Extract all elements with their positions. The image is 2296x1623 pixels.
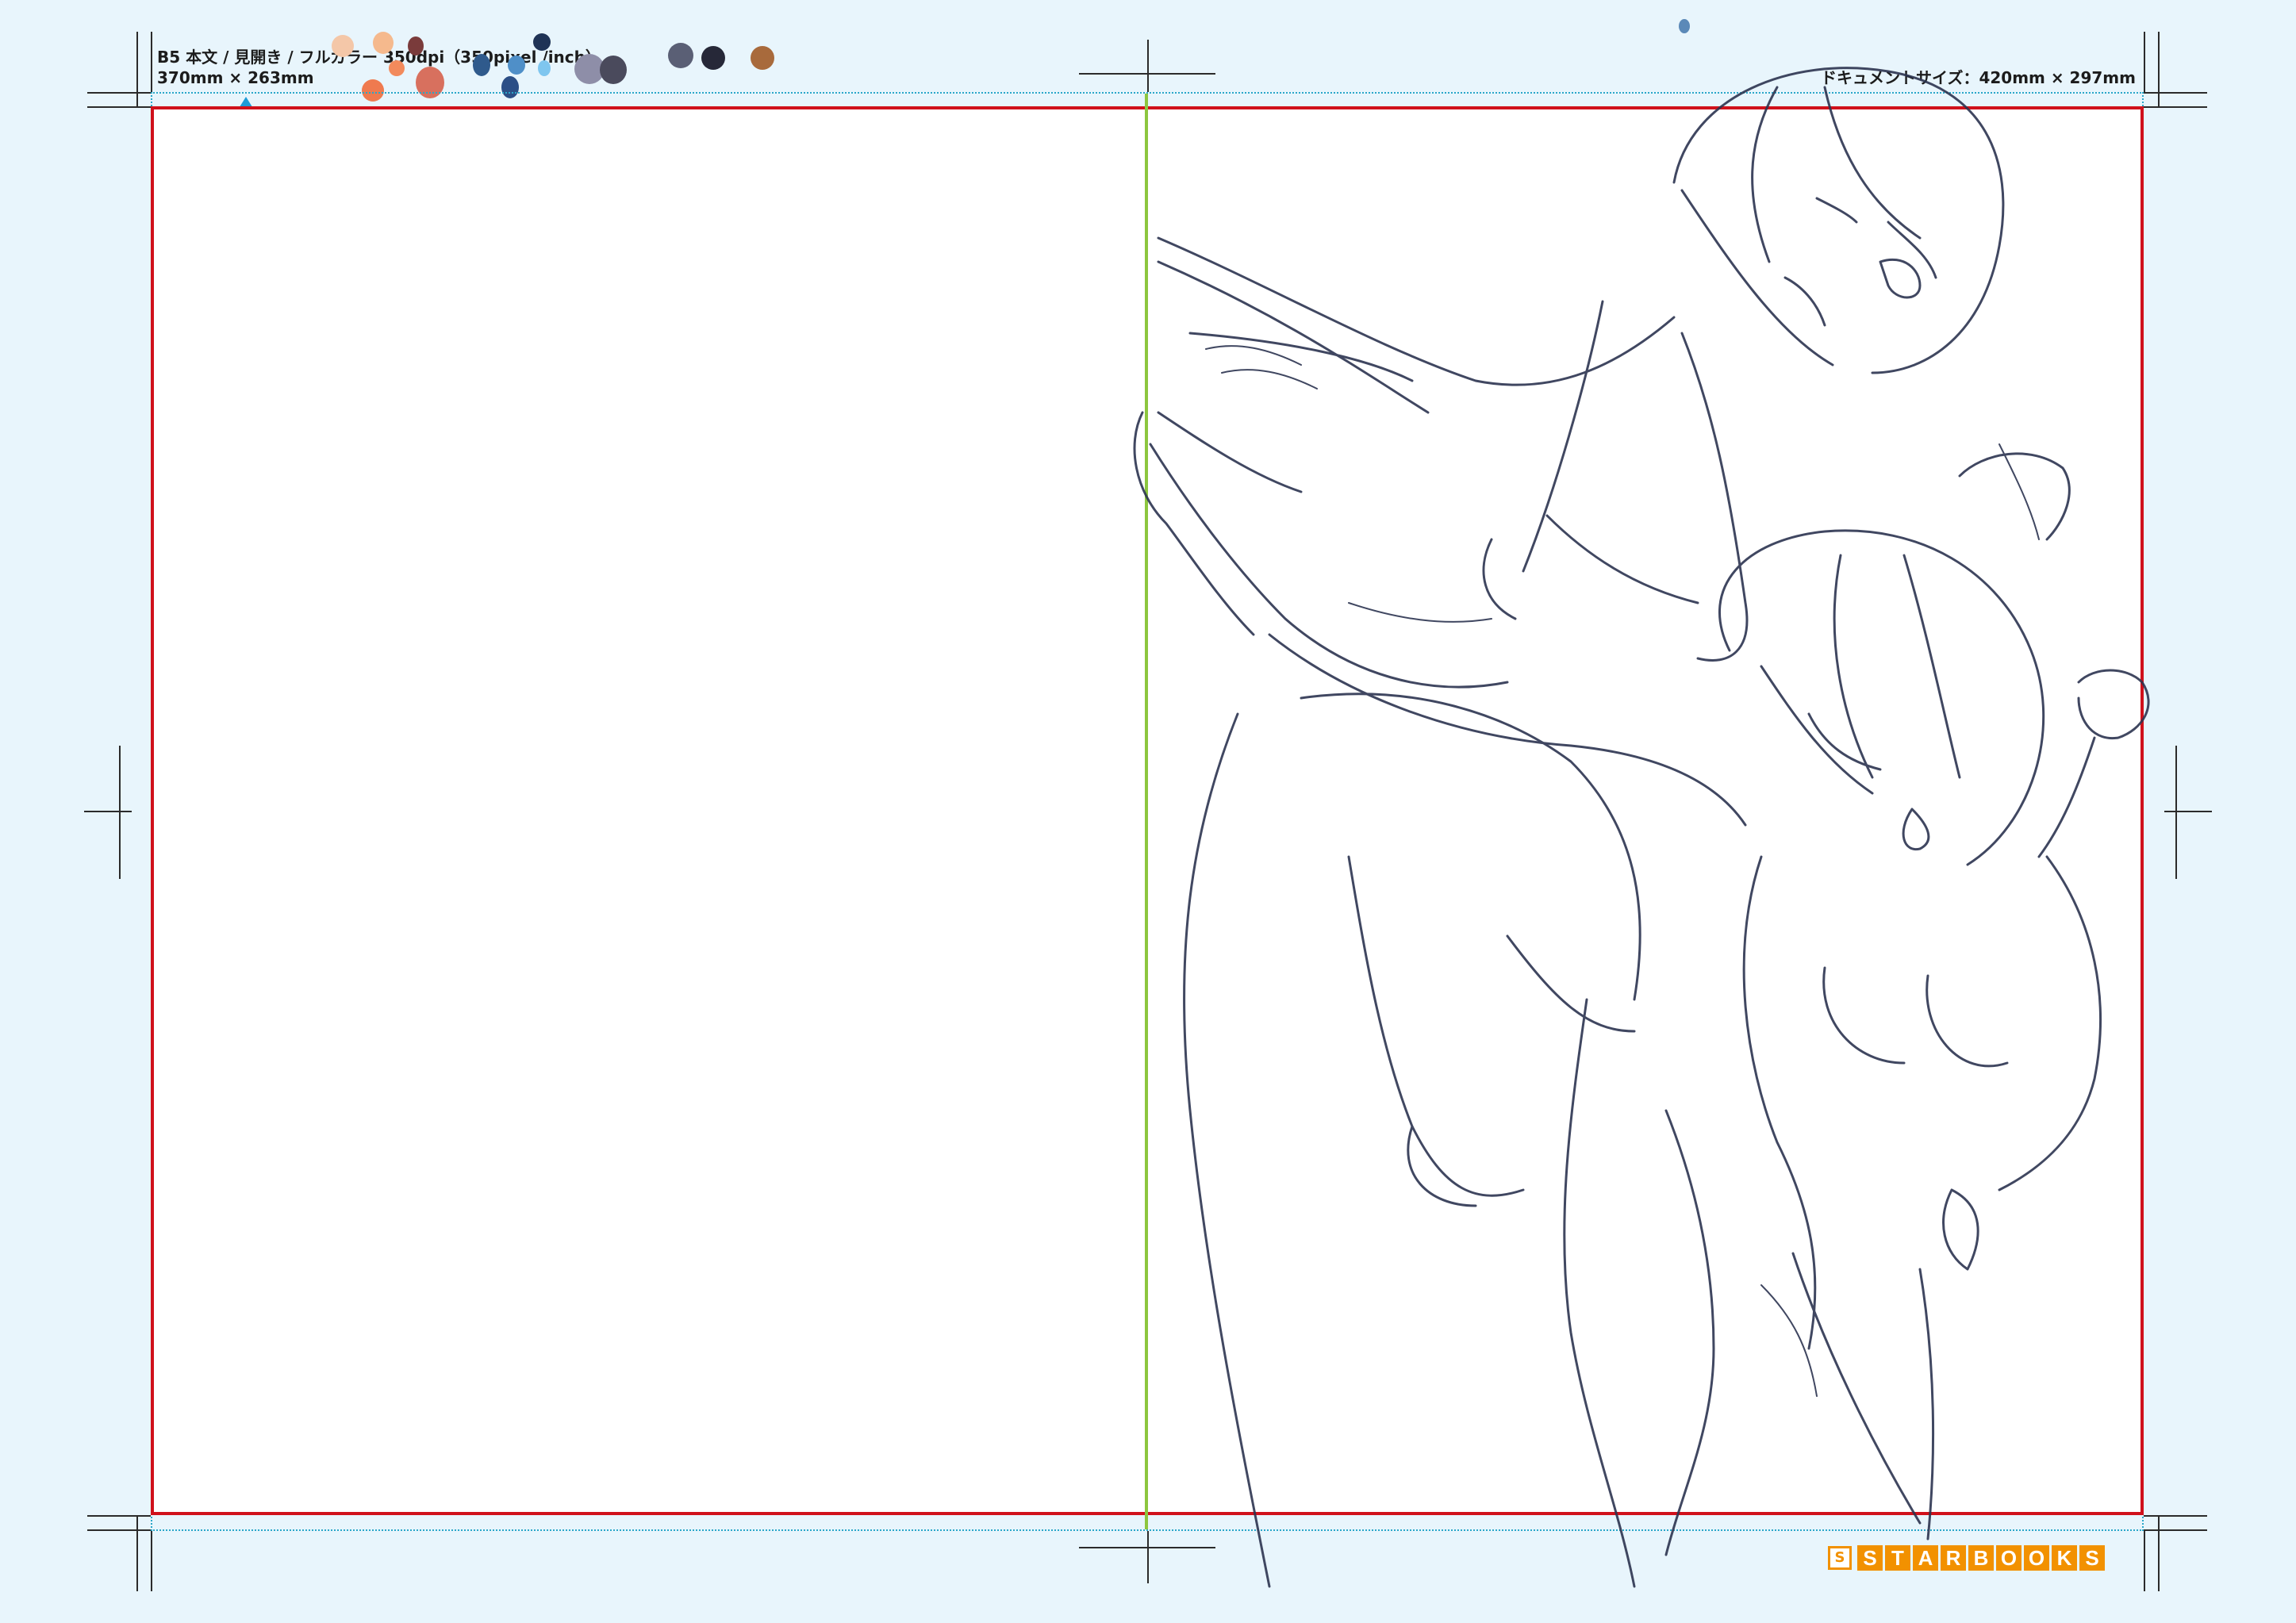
starbooks-logo: S S T A R B O O K S — [1828, 1542, 2105, 1574]
pencil-sketch-artwork — [1133, 67, 2150, 1588]
logo-letter: S — [2079, 1545, 2105, 1571]
logo-letter: B — [1968, 1545, 1994, 1571]
logo-letter: O — [1996, 1545, 2021, 1571]
logo-letter: T — [1885, 1545, 1910, 1571]
logo-mark-icon: S — [1828, 1546, 1852, 1570]
logo-letter: A — [1913, 1545, 1938, 1571]
logo-letter: K — [2052, 1545, 2077, 1571]
logo-letter: S — [1857, 1545, 1883, 1571]
logo-letter: R — [1941, 1545, 1966, 1571]
logo-letter: O — [2024, 1545, 2049, 1571]
